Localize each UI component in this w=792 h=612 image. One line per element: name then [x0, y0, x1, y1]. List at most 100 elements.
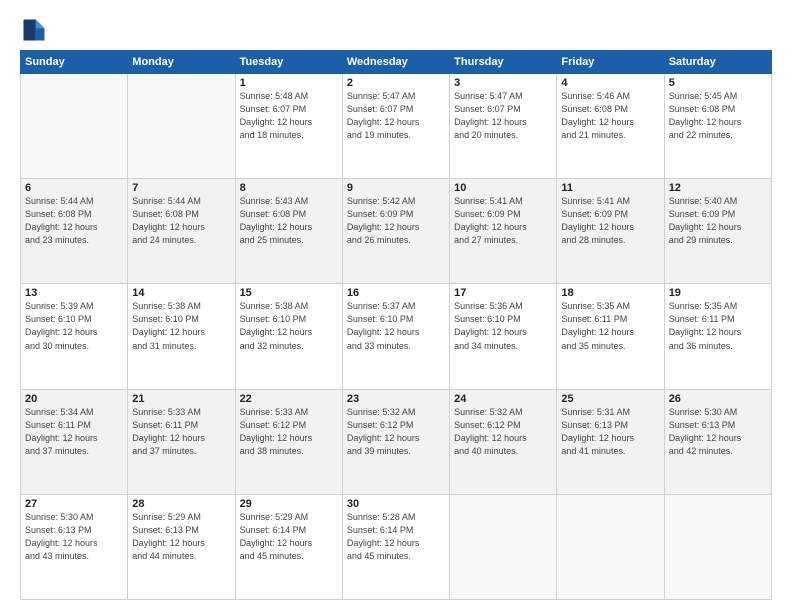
day-info: Sunrise: 5:29 AM Sunset: 6:13 PM Dayligh…	[132, 511, 230, 563]
day-info: Sunrise: 5:48 AM Sunset: 6:07 PM Dayligh…	[240, 90, 338, 142]
calendar-cell	[557, 494, 664, 599]
day-number: 6	[25, 182, 123, 194]
calendar-cell: 9Sunrise: 5:42 AM Sunset: 6:09 PM Daylig…	[342, 179, 449, 284]
day-number: 13	[25, 287, 123, 299]
weekday-header-wednesday: Wednesday	[342, 51, 449, 74]
day-info: Sunrise: 5:44 AM Sunset: 6:08 PM Dayligh…	[25, 195, 123, 247]
header	[20, 16, 772, 44]
logo-icon	[20, 16, 48, 44]
calendar-cell: 3Sunrise: 5:47 AM Sunset: 6:07 PM Daylig…	[450, 74, 557, 179]
day-info: Sunrise: 5:47 AM Sunset: 6:07 PM Dayligh…	[454, 90, 552, 142]
calendar-cell: 8Sunrise: 5:43 AM Sunset: 6:08 PM Daylig…	[235, 179, 342, 284]
weekday-header-tuesday: Tuesday	[235, 51, 342, 74]
calendar-cell: 11Sunrise: 5:41 AM Sunset: 6:09 PM Dayli…	[557, 179, 664, 284]
day-info: Sunrise: 5:46 AM Sunset: 6:08 PM Dayligh…	[561, 90, 659, 142]
day-info: Sunrise: 5:34 AM Sunset: 6:11 PM Dayligh…	[25, 406, 123, 458]
calendar-cell: 15Sunrise: 5:38 AM Sunset: 6:10 PM Dayli…	[235, 284, 342, 389]
day-number: 4	[561, 77, 659, 89]
calendar-cell: 13Sunrise: 5:39 AM Sunset: 6:10 PM Dayli…	[21, 284, 128, 389]
calendar-cell: 16Sunrise: 5:37 AM Sunset: 6:10 PM Dayli…	[342, 284, 449, 389]
day-info: Sunrise: 5:39 AM Sunset: 6:10 PM Dayligh…	[25, 300, 123, 352]
day-number: 14	[132, 287, 230, 299]
calendar-cell	[450, 494, 557, 599]
day-number: 30	[347, 498, 445, 510]
day-number: 9	[347, 182, 445, 194]
weekday-header-friday: Friday	[557, 51, 664, 74]
day-number: 22	[240, 393, 338, 405]
calendar-cell: 24Sunrise: 5:32 AM Sunset: 6:12 PM Dayli…	[450, 389, 557, 494]
calendar-week-row: 27Sunrise: 5:30 AM Sunset: 6:13 PM Dayli…	[21, 494, 772, 599]
day-number: 28	[132, 498, 230, 510]
day-info: Sunrise: 5:28 AM Sunset: 6:14 PM Dayligh…	[347, 511, 445, 563]
day-info: Sunrise: 5:36 AM Sunset: 6:10 PM Dayligh…	[454, 300, 552, 352]
day-info: Sunrise: 5:37 AM Sunset: 6:10 PM Dayligh…	[347, 300, 445, 352]
day-info: Sunrise: 5:40 AM Sunset: 6:09 PM Dayligh…	[669, 195, 767, 247]
day-info: Sunrise: 5:35 AM Sunset: 6:11 PM Dayligh…	[669, 300, 767, 352]
calendar-cell: 19Sunrise: 5:35 AM Sunset: 6:11 PM Dayli…	[664, 284, 771, 389]
day-number: 8	[240, 182, 338, 194]
day-number: 12	[669, 182, 767, 194]
calendar-cell: 25Sunrise: 5:31 AM Sunset: 6:13 PM Dayli…	[557, 389, 664, 494]
day-info: Sunrise: 5:33 AM Sunset: 6:11 PM Dayligh…	[132, 406, 230, 458]
calendar-week-row: 20Sunrise: 5:34 AM Sunset: 6:11 PM Dayli…	[21, 389, 772, 494]
day-info: Sunrise: 5:30 AM Sunset: 6:13 PM Dayligh…	[669, 406, 767, 458]
day-number: 25	[561, 393, 659, 405]
weekday-header-thursday: Thursday	[450, 51, 557, 74]
calendar-cell: 2Sunrise: 5:47 AM Sunset: 6:07 PM Daylig…	[342, 74, 449, 179]
calendar-cell: 23Sunrise: 5:32 AM Sunset: 6:12 PM Dayli…	[342, 389, 449, 494]
day-number: 7	[132, 182, 230, 194]
day-number: 2	[347, 77, 445, 89]
day-info: Sunrise: 5:41 AM Sunset: 6:09 PM Dayligh…	[454, 195, 552, 247]
day-info: Sunrise: 5:38 AM Sunset: 6:10 PM Dayligh…	[240, 300, 338, 352]
day-number: 11	[561, 182, 659, 194]
day-info: Sunrise: 5:41 AM Sunset: 6:09 PM Dayligh…	[561, 195, 659, 247]
calendar-cell	[128, 74, 235, 179]
day-number: 24	[454, 393, 552, 405]
calendar-cell: 20Sunrise: 5:34 AM Sunset: 6:11 PM Dayli…	[21, 389, 128, 494]
calendar-table: SundayMondayTuesdayWednesdayThursdayFrid…	[20, 50, 772, 600]
calendar-cell: 6Sunrise: 5:44 AM Sunset: 6:08 PM Daylig…	[21, 179, 128, 284]
day-number: 29	[240, 498, 338, 510]
calendar-cell: 21Sunrise: 5:33 AM Sunset: 6:11 PM Dayli…	[128, 389, 235, 494]
day-number: 5	[669, 77, 767, 89]
day-number: 19	[669, 287, 767, 299]
calendar-cell: 28Sunrise: 5:29 AM Sunset: 6:13 PM Dayli…	[128, 494, 235, 599]
day-number: 16	[347, 287, 445, 299]
calendar-cell: 12Sunrise: 5:40 AM Sunset: 6:09 PM Dayli…	[664, 179, 771, 284]
day-number: 23	[347, 393, 445, 405]
day-info: Sunrise: 5:33 AM Sunset: 6:12 PM Dayligh…	[240, 406, 338, 458]
weekday-header-saturday: Saturday	[664, 51, 771, 74]
weekday-header-monday: Monday	[128, 51, 235, 74]
day-number: 17	[454, 287, 552, 299]
calendar-cell: 1Sunrise: 5:48 AM Sunset: 6:07 PM Daylig…	[235, 74, 342, 179]
calendar-week-row: 6Sunrise: 5:44 AM Sunset: 6:08 PM Daylig…	[21, 179, 772, 284]
calendar-cell: 10Sunrise: 5:41 AM Sunset: 6:09 PM Dayli…	[450, 179, 557, 284]
day-info: Sunrise: 5:31 AM Sunset: 6:13 PM Dayligh…	[561, 406, 659, 458]
day-number: 27	[25, 498, 123, 510]
calendar-cell: 5Sunrise: 5:45 AM Sunset: 6:08 PM Daylig…	[664, 74, 771, 179]
calendar-cell: 30Sunrise: 5:28 AM Sunset: 6:14 PM Dayli…	[342, 494, 449, 599]
day-info: Sunrise: 5:43 AM Sunset: 6:08 PM Dayligh…	[240, 195, 338, 247]
calendar-cell: 26Sunrise: 5:30 AM Sunset: 6:13 PM Dayli…	[664, 389, 771, 494]
day-info: Sunrise: 5:38 AM Sunset: 6:10 PM Dayligh…	[132, 300, 230, 352]
day-number: 10	[454, 182, 552, 194]
day-number: 20	[25, 393, 123, 405]
calendar-cell: 14Sunrise: 5:38 AM Sunset: 6:10 PM Dayli…	[128, 284, 235, 389]
day-number: 21	[132, 393, 230, 405]
calendar-cell: 4Sunrise: 5:46 AM Sunset: 6:08 PM Daylig…	[557, 74, 664, 179]
day-info: Sunrise: 5:45 AM Sunset: 6:08 PM Dayligh…	[669, 90, 767, 142]
calendar-cell: 7Sunrise: 5:44 AM Sunset: 6:08 PM Daylig…	[128, 179, 235, 284]
calendar-cell: 27Sunrise: 5:30 AM Sunset: 6:13 PM Dayli…	[21, 494, 128, 599]
day-info: Sunrise: 5:32 AM Sunset: 6:12 PM Dayligh…	[454, 406, 552, 458]
weekday-header-row: SundayMondayTuesdayWednesdayThursdayFrid…	[21, 51, 772, 74]
page: SundayMondayTuesdayWednesdayThursdayFrid…	[0, 0, 792, 612]
calendar-cell: 18Sunrise: 5:35 AM Sunset: 6:11 PM Dayli…	[557, 284, 664, 389]
calendar-cell	[664, 494, 771, 599]
day-info: Sunrise: 5:44 AM Sunset: 6:08 PM Dayligh…	[132, 195, 230, 247]
day-info: Sunrise: 5:32 AM Sunset: 6:12 PM Dayligh…	[347, 406, 445, 458]
day-number: 15	[240, 287, 338, 299]
day-info: Sunrise: 5:30 AM Sunset: 6:13 PM Dayligh…	[25, 511, 123, 563]
calendar-cell: 29Sunrise: 5:29 AM Sunset: 6:14 PM Dayli…	[235, 494, 342, 599]
day-number: 3	[454, 77, 552, 89]
day-number: 1	[240, 77, 338, 89]
